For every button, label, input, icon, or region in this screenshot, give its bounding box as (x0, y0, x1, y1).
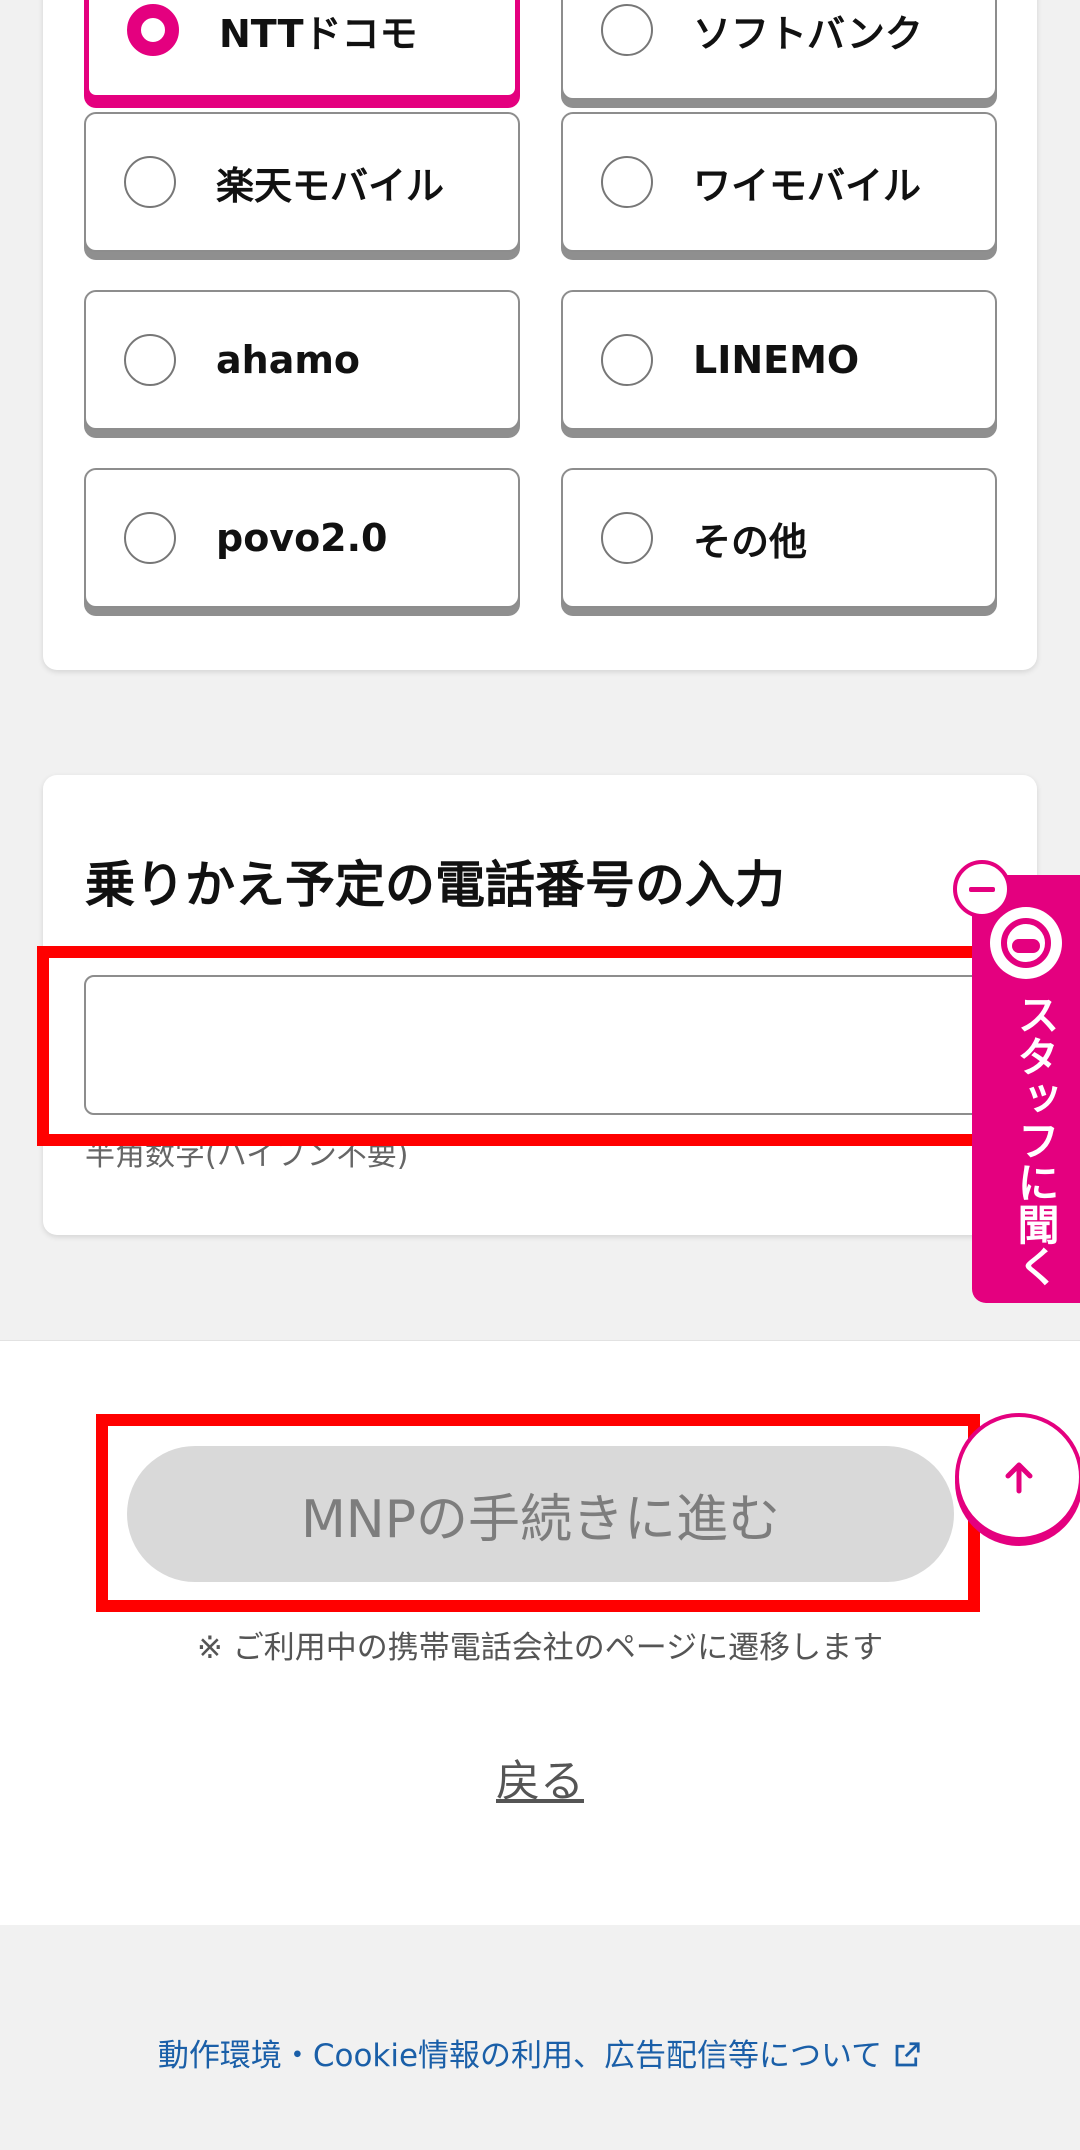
carrier-option-rakuten[interactable]: 楽天モバイル (84, 112, 520, 252)
staff-chat-label: スタッフに聞く (1011, 993, 1060, 1287)
arrow-up-icon (1005, 1462, 1033, 1494)
phone-section-title: 乗りかえ予定の電話番号の入力 (85, 856, 785, 914)
radio-icon (601, 334, 653, 386)
carrier-option-label: その他 (693, 519, 808, 564)
carrier-option-linemo[interactable]: LINEMO (561, 290, 997, 430)
carrier-option-ahamo[interactable]: ahamo (84, 290, 520, 430)
carrier-selection-card: NTTドコモ ソフトバンク 楽天モバイル ワイモバイル ahamo LINEMO… (43, 0, 1037, 670)
radio-icon (601, 156, 653, 208)
redirect-note: ※ ご利用中の携帯電話会社のページに遷移します (196, 1630, 884, 1666)
radio-icon (124, 512, 176, 564)
mnp-proceed-button[interactable]: MNPの手続きに進む (127, 1446, 954, 1582)
carrier-option-label: ワイモバイル (693, 163, 922, 208)
carrier-option-label: LINEMO (693, 338, 860, 382)
footer-environment-link[interactable]: 動作環境・Cookie情報の利用、広告配信等について (0, 2030, 1080, 2075)
headset-icon (1001, 918, 1051, 968)
carrier-option-label: 楽天モバイル (216, 163, 445, 208)
minus-icon (969, 886, 995, 892)
carrier-option-label: ahamo (216, 338, 361, 382)
carrier-option-label: povo2.0 (216, 516, 388, 560)
phone-number-card: 乗りかえ予定の電話番号の入力 半角数字(ハイフン不要) (43, 775, 1037, 1235)
staff-avatar-icon (990, 907, 1062, 979)
radio-icon (124, 156, 176, 208)
phone-number-input[interactable] (84, 975, 1024, 1115)
external-link-icon (895, 2042, 920, 2067)
carrier-option-docomo[interactable]: NTTドコモ (84, 0, 520, 100)
carrier-option-softbank[interactable]: ソフトバンク (561, 0, 997, 100)
radio-icon (124, 334, 176, 386)
staff-chat-tab[interactable]: スタッフに聞く (972, 875, 1080, 1303)
carrier-option-label: ソフトバンク (693, 11, 923, 56)
radio-selected-icon (127, 4, 179, 56)
scroll-to-top-button[interactable] (955, 1413, 1080, 1541)
phone-input-hint: 半角数字(ハイフン不要) (85, 1138, 409, 1173)
staff-chat-minimize-button[interactable] (953, 860, 1011, 918)
carrier-option-other[interactable]: その他 (561, 468, 997, 608)
radio-icon (601, 512, 653, 564)
footer-link-label: 動作環境・Cookie情報の利用、広告配信等について (157, 2038, 883, 2074)
carrier-option-povo[interactable]: povo2.0 (84, 468, 520, 608)
radio-icon (601, 4, 653, 56)
carrier-option-label: NTTドコモ (219, 11, 418, 56)
back-link[interactable]: 戻る (0, 1745, 1080, 1809)
carrier-option-ymobile[interactable]: ワイモバイル (561, 112, 997, 252)
